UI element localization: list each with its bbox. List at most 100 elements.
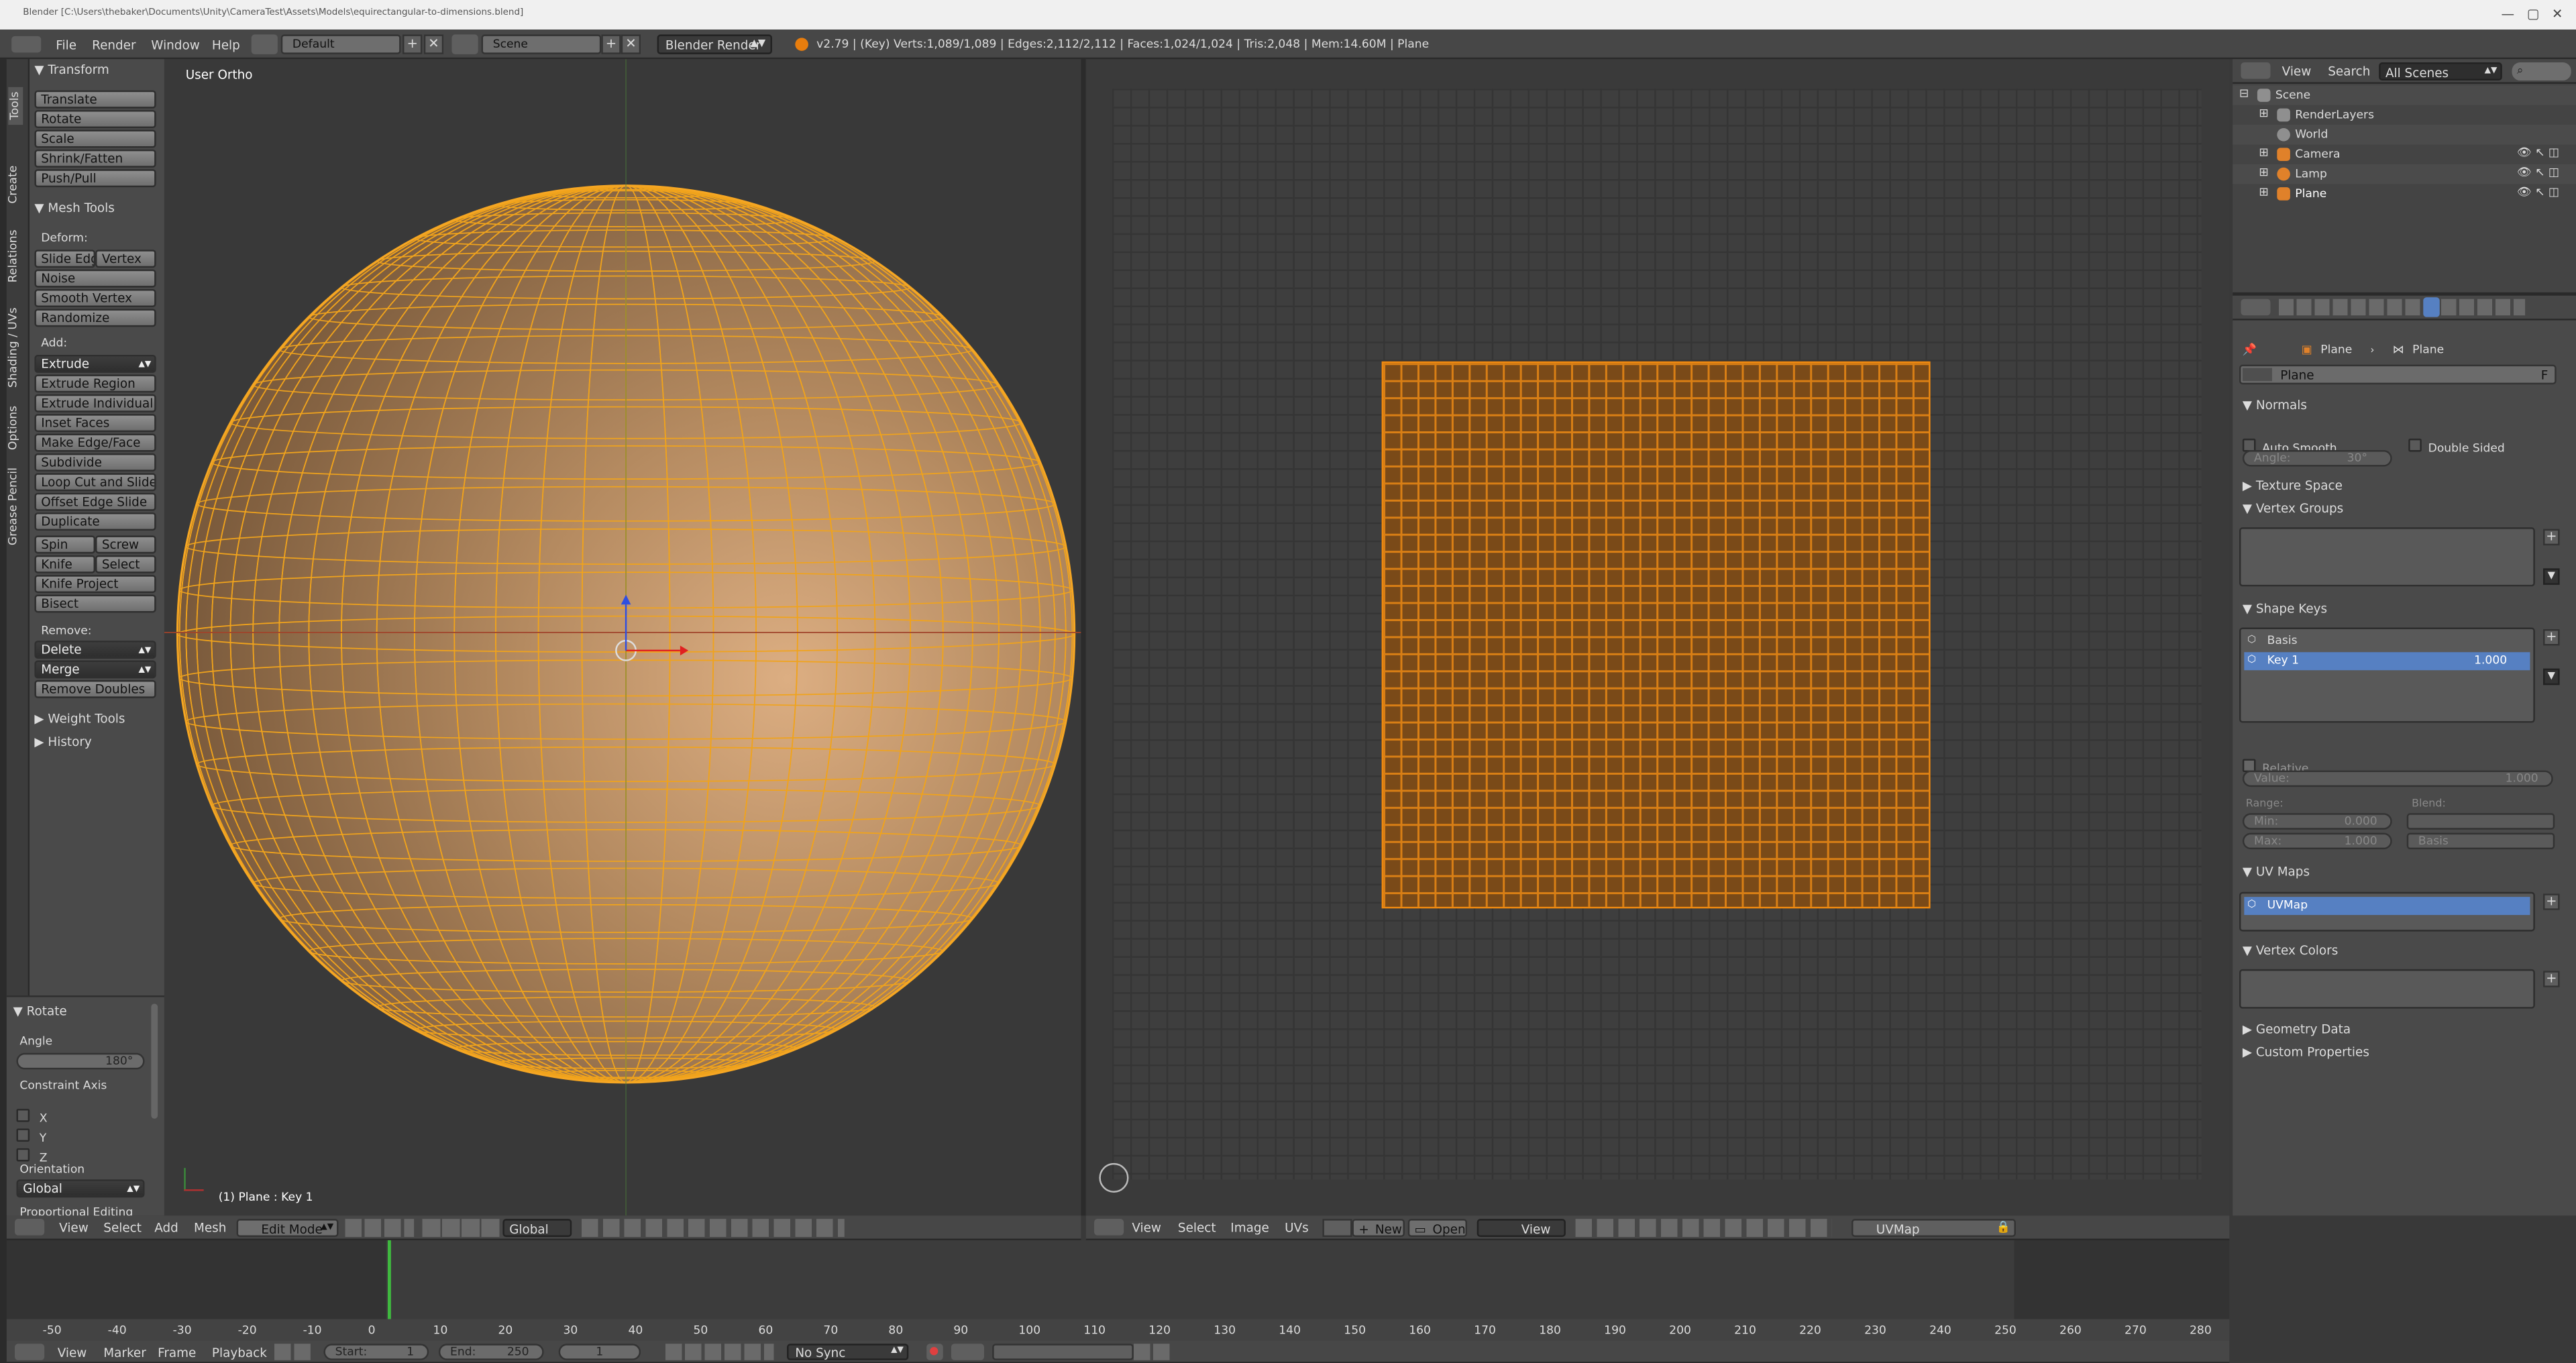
keyframe-insert-icons[interactable]	[1133, 1344, 1170, 1360]
keying-set-field[interactable]	[992, 1344, 1134, 1360]
subdivide-button[interactable]: Subdivide	[34, 453, 156, 472]
tab-options[interactable]: Options	[7, 406, 20, 450]
playback-controls[interactable]	[665, 1344, 774, 1360]
slide-edge-button[interactable]: Slide Edg	[34, 250, 96, 268]
shape-key-basis[interactable]: ⬡ Basis	[2244, 633, 2530, 651]
select-mode-icons[interactable]	[581, 1219, 845, 1238]
history-panel-header[interactable]: ▶ History	[34, 734, 91, 749]
duplicate-button[interactable]: Duplicate	[34, 512, 156, 531]
layout-icon[interactable]	[251, 34, 278, 54]
scene-field[interactable]: Scene	[481, 34, 602, 54]
layout-close-icon[interactable]: ✕	[423, 34, 444, 54]
min-field[interactable]: Min: 0.000	[2242, 813, 2392, 830]
angle-field[interactable]: Angle: 30°	[2242, 450, 2392, 467]
extrude-dropdown[interactable]: Extrude ▲▼	[34, 354, 156, 373]
loop-cut-slide-button[interactable]: Loop Cut and Slide	[34, 473, 156, 492]
uv-maps-list[interactable]: ⬡ UVMap	[2239, 891, 2535, 932]
current-frame-field[interactable]: 1	[558, 1344, 641, 1360]
blend-relative-key-field[interactable]: Basis	[2406, 832, 2555, 850]
image-browse-icon[interactable]	[1322, 1219, 1352, 1238]
transform-panel-header[interactable]: ▼ Transform	[34, 62, 109, 77]
shape-keys-list[interactable]: ⬡ Basis ⬡ Key 1 1.000	[2239, 627, 2535, 723]
spin-button[interactable]: Spin	[34, 535, 96, 554]
mesh-name-field[interactable]: Plane	[2280, 370, 2314, 382]
menu-render[interactable]: Render	[92, 40, 136, 52]
lock-icon[interactable]: 🔒	[1996, 1221, 2010, 1234]
tab-grease-pencil[interactable]: Grease Pencil	[7, 468, 20, 545]
shading-icons[interactable]	[345, 1219, 415, 1238]
vertex-group-menu-icon[interactable]: ▼	[2543, 568, 2560, 585]
context-tabs[interactable]	[2278, 298, 2526, 316]
uv-tool-icons[interactable]	[1575, 1219, 1832, 1238]
smooth-vertex-button[interactable]: Smooth Vertex	[34, 289, 156, 307]
knife-select-button[interactable]: Select	[95, 555, 156, 574]
delete-dropdown[interactable]: Delete ▲▼	[34, 641, 156, 659]
timeline-menu-frame[interactable]: Frame	[158, 1347, 196, 1359]
new-image-button[interactable]: + New	[1352, 1219, 1405, 1238]
record-icon[interactable]	[926, 1344, 943, 1360]
uvmap-field[interactable]: UVMap	[1851, 1219, 2016, 1238]
bisect-button[interactable]: Bisect	[34, 594, 156, 613]
layout-field[interactable]: Default	[280, 34, 401, 54]
start-frame-field[interactable]: Start: 1	[323, 1344, 429, 1360]
normals-panel-header[interactable]: ▼ Normals	[2243, 398, 2307, 413]
offset-edge-slide-button[interactable]: Offset Edge Slide	[34, 492, 156, 511]
add-uv-map-icon[interactable]: +	[2543, 893, 2560, 910]
orientation-dropdown[interactable]: Global ▲▼	[16, 1179, 145, 1198]
weight-tools-panel-header[interactable]: ▶ Weight Tools	[34, 711, 125, 726]
randomize-button[interactable]: Randomize	[34, 309, 156, 327]
shape-keys-panel-header[interactable]: ▼ Shape Keys	[2243, 601, 2327, 616]
editor-type-icon[interactable]	[1094, 1219, 1124, 1236]
uv-layout[interactable]	[1381, 361, 1931, 909]
shape-value-field[interactable]: Value: 1.000	[2242, 770, 2553, 787]
uv-maps-panel-header[interactable]: ▼ UV Maps	[2243, 864, 2310, 879]
angle-field[interactable]: 180°	[16, 1052, 145, 1070]
uv-map-item[interactable]: ⬡ UVMap	[2244, 897, 2530, 916]
tab-shading-uvs[interactable]: Shading / UVs	[7, 307, 20, 388]
menu-help[interactable]: Help	[212, 40, 240, 52]
window-controls[interactable]: — ▢ ✕	[2502, 7, 2563, 21]
extrude-individual-button[interactable]: Extrude Individual	[34, 394, 156, 413]
shape-key-key1[interactable]: ⬡ Key 1 1.000	[2244, 652, 2530, 671]
scene-icon[interactable]	[451, 34, 478, 54]
scene-add-icon[interactable]: +	[601, 34, 621, 54]
add-shape-key-icon[interactable]: +	[2543, 629, 2560, 646]
timeline-menu-view[interactable]: View	[58, 1347, 87, 1359]
editor-type-icon[interactable]	[2241, 298, 2271, 316]
tab-create[interactable]: Create	[7, 166, 20, 204]
outliner-menu-view[interactable]: View	[2282, 66, 2312, 78]
visibility-icons[interactable]: 👁 ↖ ◫	[2517, 186, 2559, 199]
uv-menu-view[interactable]: View	[1132, 1222, 1161, 1234]
make-edge-face-button[interactable]: Make Edge/Face	[34, 433, 156, 452]
keying-set-icons[interactable]	[951, 1344, 984, 1360]
uv-menu-select[interactable]: Select	[1178, 1222, 1216, 1234]
end-frame-field[interactable]: End: 250	[438, 1344, 544, 1360]
vertex-groups-list[interactable]	[2239, 527, 2535, 587]
pin-icon[interactable]: 📌	[2243, 343, 2257, 357]
data-tab-icon[interactable]	[2423, 297, 2440, 317]
operator-header[interactable]: ▼ Rotate	[13, 1003, 67, 1018]
editor-type-icon[interactable]	[11, 36, 42, 53]
editor-type-icon[interactable]	[15, 1219, 45, 1236]
timeline-menu-marker[interactable]: Marker	[103, 1347, 146, 1359]
screw-button[interactable]: Screw	[95, 535, 156, 554]
menu-window[interactable]: Window	[151, 40, 199, 52]
extrude-region-button[interactable]: Extrude Region	[34, 374, 156, 393]
area-divider[interactable]	[1081, 59, 1086, 1216]
merge-dropdown[interactable]: Merge ▲▼	[34, 660, 156, 679]
vertex-groups-panel-header[interactable]: ▼ Vertex Groups	[2243, 501, 2343, 516]
editor-type-icon[interactable]	[2241, 62, 2271, 79]
layout-add-icon[interactable]: +	[402, 34, 423, 54]
tab-tools[interactable]: Tools	[8, 87, 23, 125]
search-icon[interactable]: ⌕	[2512, 62, 2571, 81]
shape-key-value[interactable]: 1.000	[2474, 655, 2507, 667]
visibility-icons[interactable]: 👁 ↖ ◫	[2517, 167, 2559, 179]
scene-close-icon[interactable]: ✕	[621, 34, 641, 54]
editor-type-icon[interactable]	[15, 1344, 45, 1360]
geometry-data-panel-header[interactable]: ▶ Geometry Data	[2243, 1022, 2351, 1036]
vertex-colors-panel-header[interactable]: ▼ Vertex Colors	[2243, 943, 2338, 958]
sync-dropdown[interactable]: No Sync ▲▼	[787, 1344, 909, 1360]
open-image-button[interactable]: ▭ Open	[1407, 1219, 1467, 1238]
add-vertex-color-icon[interactable]: +	[2543, 971, 2560, 987]
display-mode-dropdown[interactable]: All Scenes ▲▼	[2379, 62, 2502, 81]
